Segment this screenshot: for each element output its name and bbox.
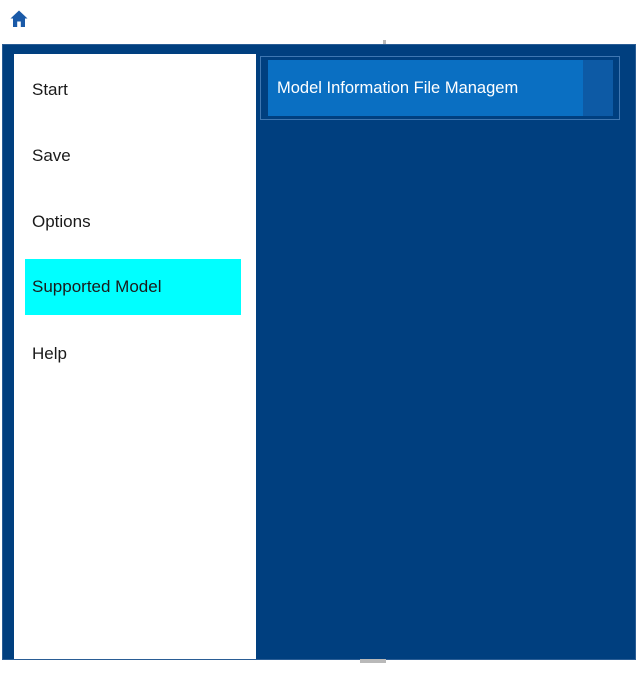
- tab-label: Model Information File Managem: [277, 78, 519, 97]
- menu-item-label: Help: [32, 344, 67, 363]
- tab-model-information-file-management[interactable]: Model Information File Managem: [268, 60, 583, 116]
- menu-item-save[interactable]: Save: [25, 128, 241, 184]
- menu-item-options[interactable]: Options: [25, 194, 241, 250]
- menu-item-supported-model[interactable]: Supported Model: [25, 259, 241, 315]
- menu-item-label: Start: [32, 80, 68, 99]
- tab-strip: Model Information File Managem: [260, 56, 620, 120]
- menu-item-label: Options: [32, 212, 91, 231]
- splitter-handle-bottom: [360, 659, 386, 663]
- menu-item-label: Supported Model: [32, 277, 162, 296]
- menu-item-start[interactable]: Start: [25, 62, 241, 118]
- backstage-menu: Start Save Options Supported Model Help: [14, 54, 256, 659]
- tab-overflow-button[interactable]: [583, 60, 613, 116]
- backstage-view: Start Save Options Supported Model Help …: [2, 44, 636, 660]
- content-area: Model Information File Managem: [256, 54, 635, 659]
- menu-item-help[interactable]: Help: [25, 326, 241, 382]
- home-button[interactable]: [8, 8, 30, 30]
- menu-item-label: Save: [32, 146, 71, 165]
- home-icon: [10, 10, 28, 27]
